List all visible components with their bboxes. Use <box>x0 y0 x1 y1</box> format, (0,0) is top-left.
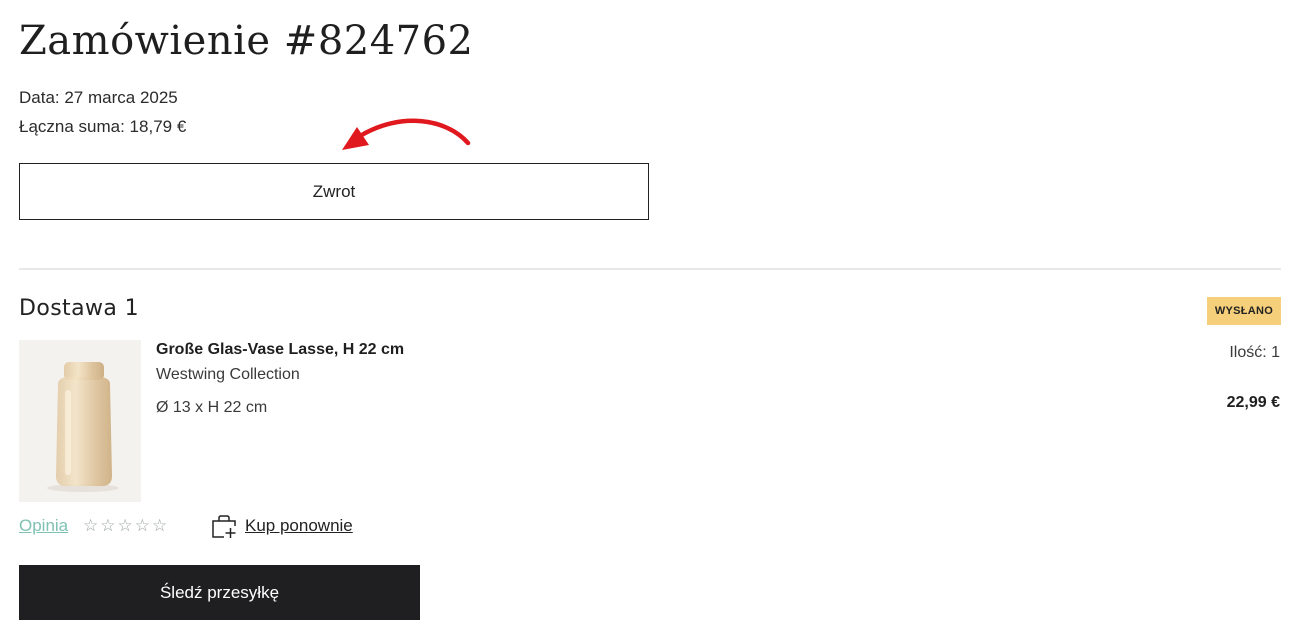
star-outline-icon[interactable]: ☆ <box>118 517 133 534</box>
star-outline-icon[interactable]: ☆ <box>152 517 167 534</box>
order-total: Łączna suma: 18,79 € <box>19 117 187 136</box>
product-dimensions: Ø 13 x H 22 cm <box>156 399 268 416</box>
section-divider <box>19 268 1281 270</box>
product-image[interactable] <box>19 340 141 502</box>
return-button[interactable]: Zwrot <box>19 163 649 220</box>
annotation-arrow-icon <box>342 118 471 150</box>
product-quantity: Ilość: 1 <box>1229 344 1280 361</box>
rating-stars[interactable]: ☆ ☆ ☆ ☆ ☆ <box>83 517 167 534</box>
order-date: Data: 27 marca 2025 <box>19 88 178 107</box>
product-brand: Westwing Collection <box>156 366 300 383</box>
bag-plus-icon[interactable] <box>211 515 237 539</box>
status-badge: WYSŁANO <box>1207 297 1281 325</box>
rebuy-link[interactable]: Kup ponownie <box>245 516 353 536</box>
vase-image <box>47 362 119 492</box>
track-shipment-button[interactable]: Śledź przesyłkę <box>19 565 420 620</box>
star-outline-icon[interactable]: ☆ <box>135 517 150 534</box>
delivery-title: Dostawa 1 <box>19 296 140 321</box>
page-title: Zamówienie #824762 <box>19 18 474 64</box>
review-link[interactable]: Opinia <box>19 516 68 536</box>
product-price: 22,99 € <box>1226 394 1280 411</box>
star-outline-icon[interactable]: ☆ <box>83 517 98 534</box>
product-name[interactable]: Große Glas-Vase Lasse, H 22 cm <box>156 341 404 359</box>
star-outline-icon[interactable]: ☆ <box>100 517 115 534</box>
